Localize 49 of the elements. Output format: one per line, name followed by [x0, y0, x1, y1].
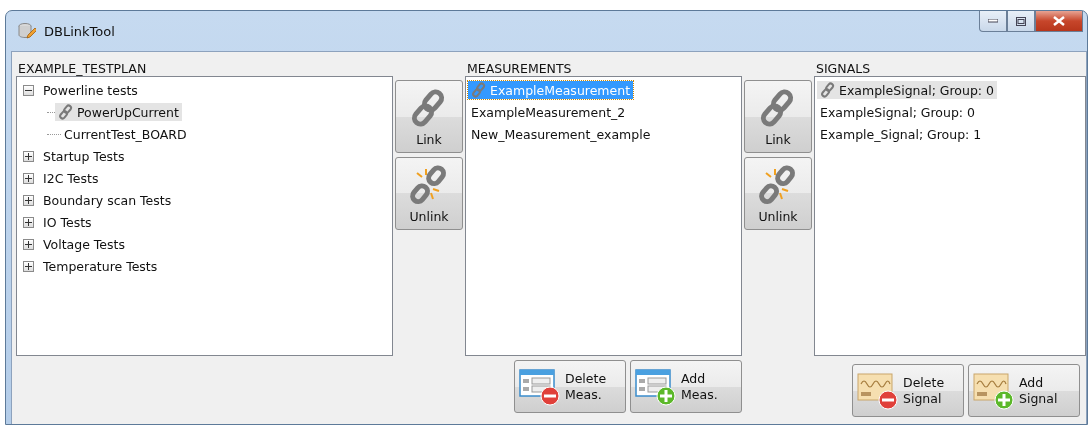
add-measurement-button[interactable]: Add Meas.	[630, 360, 742, 413]
delete-signal-icon	[857, 371, 899, 410]
list-item[interactable]: ExampleMeasurement_2	[468, 103, 629, 121]
window-title: DBLinkTool	[44, 23, 115, 39]
database-pencil-icon	[18, 22, 36, 40]
list-item[interactable]: ExampleSignal; Group: 0	[817, 81, 997, 99]
delete-signal-button[interactable]: Delete Signal	[852, 364, 964, 417]
tree-item[interactable]: CurrentTest_BOARD	[61, 125, 190, 143]
add-signal-icon	[973, 371, 1015, 410]
tree-item[interactable]: IO Tests	[40, 213, 95, 231]
tree-item[interactable]: Powerline tests	[40, 81, 141, 99]
tree-item[interactable]: Startup Tests	[40, 147, 128, 165]
unlink-button[interactable]: Unlink	[395, 157, 463, 230]
tree-item[interactable]: Voltage Tests	[40, 235, 128, 253]
tree-item[interactable]: Boundary scan Tests	[40, 191, 175, 209]
minimize-button[interactable]	[979, 11, 1007, 32]
list-item[interactable]: ExampleSignal; Group: 0	[817, 103, 978, 121]
expand-icon[interactable]	[23, 194, 34, 206]
maximize-icon	[1016, 16, 1026, 26]
delete-measurement-button[interactable]: Delete Meas.	[514, 360, 626, 413]
broken-chain-icon	[758, 165, 798, 205]
tree-item[interactable]: Temperature Tests	[40, 257, 161, 275]
expand-icon[interactable]	[23, 216, 34, 228]
maximize-button[interactable]	[1007, 11, 1035, 32]
collapse-icon[interactable]	[23, 84, 34, 96]
expand-icon[interactable]	[23, 260, 34, 272]
delete-form-icon	[519, 367, 561, 406]
link-button[interactable]: Link	[395, 80, 463, 153]
close-icon	[1053, 16, 1065, 26]
expand-icon[interactable]	[23, 172, 34, 184]
chain-link-icon	[820, 82, 836, 98]
add-signal-button[interactable]: Add Signal	[968, 364, 1080, 417]
list-item[interactable]: Example_Signal; Group: 1	[817, 125, 985, 143]
panel-heading: EXAMPLE_TESTPLAN	[17, 60, 148, 76]
add-form-icon	[635, 367, 677, 406]
panel-heading: MEASUREMENTS	[466, 60, 573, 76]
tree-item[interactable]: I2C Tests	[40, 169, 102, 187]
unlink-button[interactable]: Unlink	[744, 157, 812, 230]
chain-link-icon	[471, 82, 487, 98]
broken-chain-icon	[409, 165, 449, 205]
expand-icon[interactable]	[23, 238, 34, 250]
chain-link-icon	[58, 104, 74, 120]
close-button[interactable]	[1035, 11, 1083, 32]
panel-heading: SIGNALS	[815, 60, 872, 76]
minimize-icon	[988, 19, 998, 23]
tree-item[interactable]: PowerUpCurrent	[55, 103, 182, 121]
list-item[interactable]: New_Measurement_example	[468, 125, 654, 143]
link-button[interactable]: Link	[744, 80, 812, 153]
expand-icon[interactable]	[23, 150, 34, 162]
